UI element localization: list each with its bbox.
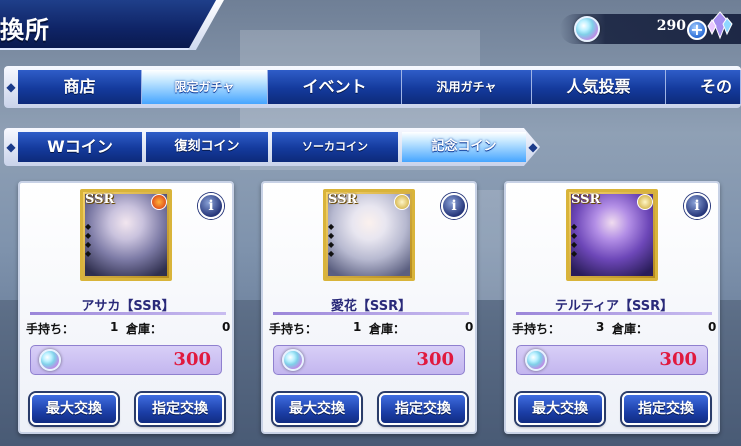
rank-diamonds-icon: ◆ ◆ ◆ ◆: [328, 222, 335, 258]
specify-exchange-button[interactable]: 指定交換: [379, 393, 467, 425]
exchange-card: SSR ◆ ◆ ◆ ◆ i アサカ【SSR】 手持ち： 1 倉庫： 0 300 最大交…: [18, 181, 234, 434]
page-title: 換所: [0, 16, 50, 44]
rank-diamonds-icon: ◆ ◆ ◆ ◆: [85, 222, 92, 258]
coin-tab-commemorative[interactable]: 記念コイン: [402, 132, 526, 162]
max-exchange-button[interactable]: 最大交換: [30, 393, 118, 425]
name-divider: [273, 312, 469, 315]
light-element-icon: [394, 194, 410, 210]
info-button[interactable]: i: [684, 193, 710, 219]
price-box: 300: [30, 345, 222, 375]
warehouse-label: 倉庫：: [126, 322, 163, 336]
specify-exchange-button[interactable]: 指定交換: [136, 393, 224, 425]
light-element-icon: [637, 194, 653, 210]
coin-tab-soka[interactable]: ソーカコイン: [272, 132, 398, 162]
tab-general-gacha[interactable]: 汎用ガチャ: [402, 70, 532, 104]
name-divider: [516, 312, 712, 315]
exchange-card: SSR ◆ ◆ ◆ ◆ i 愛花【SSR】 手持ち： 1 倉庫： 0 300 最大交換…: [261, 181, 477, 434]
hold-count: 1: [353, 320, 362, 334]
rarity-label: SSR: [328, 192, 358, 207]
name-divider: [30, 312, 226, 315]
rarity-label: SSR: [85, 192, 115, 207]
warehouse-count: 0: [465, 320, 474, 334]
currency-value: 290: [656, 18, 686, 34]
warehouse-label: 倉庫：: [369, 322, 406, 336]
hold-label: 手持ち：: [269, 322, 318, 336]
gem-icon: [574, 16, 600, 42]
tab-popularity-vote[interactable]: 人気投票: [532, 70, 666, 104]
character-portrait[interactable]: SSR ◆ ◆ ◆ ◆: [566, 189, 658, 281]
hold-count: 1: [110, 320, 119, 334]
character-portrait[interactable]: SSR ◆ ◆ ◆ ◆: [323, 189, 415, 281]
gem-icon: [282, 349, 304, 371]
tab-limited-gacha[interactable]: 限定ガチャ: [142, 70, 268, 104]
rarity-label: SSR: [571, 192, 601, 207]
warehouse-count: 0: [222, 320, 231, 334]
coin-tab-w[interactable]: Wコイン: [18, 132, 142, 162]
stock-row: 手持ち： 3 倉庫： 0: [512, 320, 716, 336]
hold-label: 手持ち：: [512, 322, 561, 336]
info-button[interactable]: i: [198, 193, 224, 219]
character-portrait[interactable]: SSR ◆ ◆ ◆ ◆: [80, 189, 172, 281]
price-value: 300: [659, 349, 697, 370]
coin-right-arrow-icon[interactable]: ◆: [526, 130, 540, 164]
gem-icon: [39, 349, 61, 371]
add-currency-button[interactable]: +: [687, 20, 707, 40]
crystal-icon: [707, 11, 733, 40]
info-button[interactable]: i: [441, 193, 467, 219]
tab-shop[interactable]: 商店: [18, 70, 142, 104]
gem-icon: [525, 349, 547, 371]
exchange-card: SSR ◆ ◆ ◆ ◆ i テルティア【SSR】 手持ち： 3 倉庫： 0 300 最…: [504, 181, 720, 434]
tab-other[interactable]: その他: [666, 70, 741, 104]
stock-row: 手持ち： 1 倉庫： 0: [26, 320, 230, 336]
tab-left-arrow-icon[interactable]: ◆: [4, 70, 18, 104]
price-box: 300: [516, 345, 708, 375]
warehouse-label: 倉庫：: [612, 322, 649, 336]
hold-count: 3: [596, 320, 605, 334]
price-value: 300: [416, 349, 454, 370]
max-exchange-button[interactable]: 最大交換: [273, 393, 361, 425]
warehouse-count: 0: [708, 320, 717, 334]
coin-left-arrow-icon[interactable]: ◆: [4, 130, 18, 164]
tab-event[interactable]: イベント: [268, 70, 402, 104]
fire-element-icon: [151, 194, 167, 210]
price-box: 300: [273, 345, 465, 375]
coin-tab-revival[interactable]: 復刻コイン: [146, 132, 268, 162]
hold-label: 手持ち：: [26, 322, 75, 336]
price-value: 300: [173, 349, 211, 370]
specify-exchange-button[interactable]: 指定交換: [622, 393, 710, 425]
max-exchange-button[interactable]: 最大交換: [516, 393, 604, 425]
rank-diamonds-icon: ◆ ◆ ◆ ◆: [571, 222, 578, 258]
stock-row: 手持ち： 1 倉庫： 0: [269, 320, 473, 336]
